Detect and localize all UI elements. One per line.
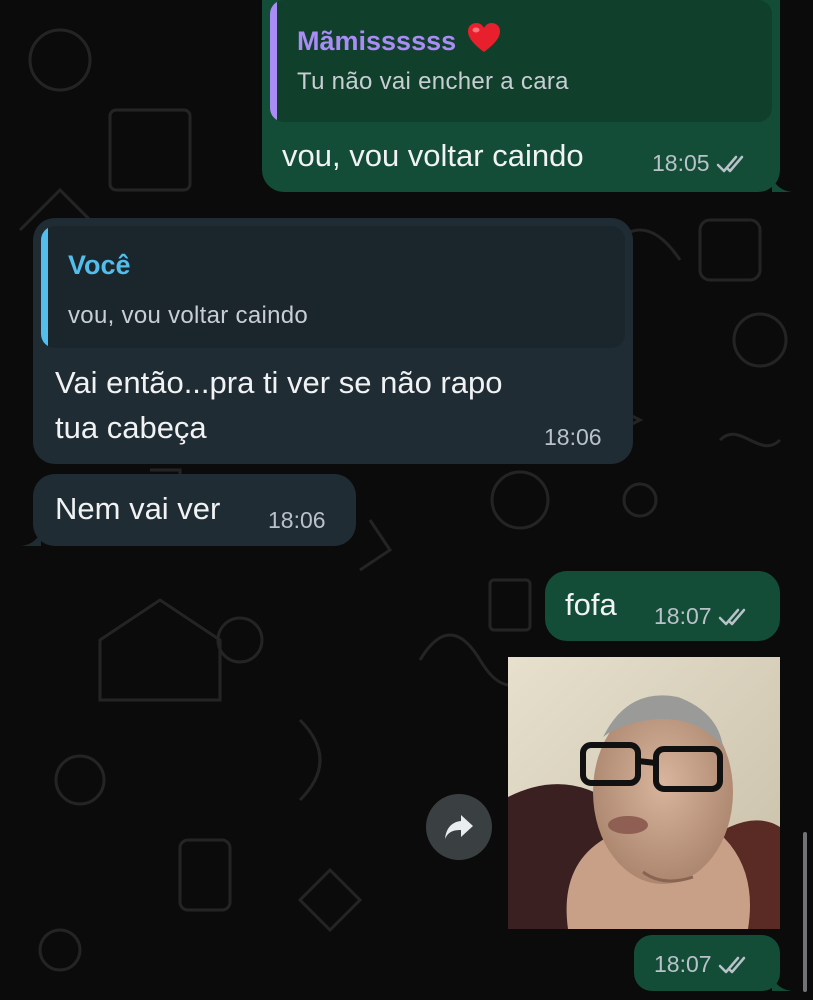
bubble-tail <box>772 975 792 991</box>
message-text: vou, vou voltar caindo <box>282 138 584 173</box>
message-time: 18:05 <box>652 150 710 176</box>
message-time: 18:06 <box>544 424 602 450</box>
scrollbar[interactable] <box>803 832 807 992</box>
reply-quote[interactable]: Mãmissssss Tu não vai encher a cara <box>270 0 772 122</box>
message-text: fofa <box>565 587 617 622</box>
message-meta: 18:06 <box>268 507 326 534</box>
message-photo[interactable] <box>508 657 780 929</box>
photo-meta-bubble: 18:07 <box>634 935 792 991</box>
message-time: 18:07 <box>654 951 712 977</box>
reply-quote-bar <box>41 226 48 348</box>
reply-text: Tu não vai encher a cara <box>297 68 569 95</box>
message-meta: 18:06 <box>544 424 602 451</box>
forward-arrow-icon <box>445 815 473 839</box>
double-check-icon <box>716 155 743 172</box>
heart-emoji-icon <box>467 23 500 52</box>
message-text: Nem vai ver <box>55 491 221 526</box>
reply-quote-bar <box>270 0 277 122</box>
double-check-icon <box>718 956 745 973</box>
message-meta: 18:07 <box>654 951 752 978</box>
message-bubble-outgoing[interactable]: fofa 18:07 <box>545 571 780 641</box>
photo-image <box>508 657 780 929</box>
message-meta: 18:05 <box>652 150 750 177</box>
reply-quote[interactable]: Você vou, vou voltar caindo <box>41 226 625 348</box>
message-meta: 18:07 <box>654 603 752 630</box>
reply-author-name: Você <box>68 250 131 280</box>
message-text-line-2: tua cabeça <box>55 410 207 445</box>
message-text-line-1: Vai então...pra ti ver se não rapo <box>55 365 503 400</box>
reply-author-name: Mãmissssss <box>297 26 457 56</box>
message-bubble-incoming[interactable]: Nem vai ver 18:06 <box>21 474 356 546</box>
double-check-icon <box>718 608 745 625</box>
forward-button[interactable] <box>426 794 492 860</box>
message-bubble-incoming[interactable]: Você vou, vou voltar caindo Vai então...… <box>33 218 633 464</box>
bubble-tail <box>772 176 792 192</box>
reply-author: Mãmissssss <box>297 22 502 57</box>
message-time: 18:06 <box>268 507 326 533</box>
bubble-tail <box>21 530 41 546</box>
reply-text: vou, vou voltar caindo <box>68 302 309 329</box>
message-time: 18:07 <box>654 603 712 629</box>
message-bubble-outgoing[interactable]: Mãmissssss Tu não vai encher a cara vou,… <box>262 0 792 192</box>
